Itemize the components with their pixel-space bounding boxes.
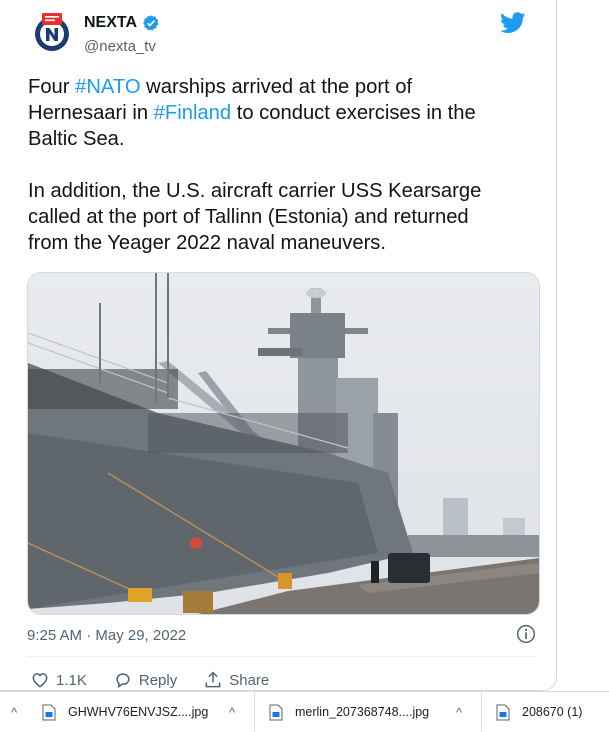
info-icon[interactable] — [516, 624, 536, 644]
chevron-up-icon[interactable]: ^ — [445, 705, 473, 720]
share-label: Share — [229, 671, 270, 689]
chevron-up-icon[interactable]: ^ — [0, 705, 28, 720]
download-item[interactable]: GHWHV76ENVJSZ....jpg ^ — [28, 692, 255, 732]
like-button[interactable]: 1.1K — [30, 670, 87, 690]
tweet-actions: 1.1K Reply Share — [30, 670, 295, 690]
tweet-text: Four #NATO warships arrived at the port … — [28, 74, 528, 256]
nexta-avatar[interactable] — [32, 12, 72, 52]
author-handle[interactable]: @nexta_tv — [84, 38, 156, 55]
downloads-bar: ^ GHWHV76ENVJSZ....jpg ^ merlin_20736874… — [0, 691, 609, 732]
heart-icon — [32, 673, 48, 688]
download-filename: merlin_207368748....jpg — [295, 705, 430, 719]
twitter-bird-icon[interactable] — [500, 12, 526, 34]
hashtag-link[interactable]: #Finland — [154, 102, 231, 124]
tweet-text-segment: Four — [28, 76, 76, 98]
warship-photo — [28, 273, 539, 614]
image-file-icon — [496, 704, 510, 720]
tweet-paragraph-1: Four #NATO warships arrived at the port … — [28, 76, 476, 150]
tweet-paragraph-2: In addition, the U.S. aircraft carrier U… — [28, 180, 482, 254]
reply-icon — [116, 673, 130, 689]
author-name[interactable]: NEXTA — [84, 14, 160, 32]
hashtag-link[interactable]: #NATO — [75, 76, 140, 98]
share-button[interactable]: Share — [203, 670, 269, 690]
download-item[interactable]: merlin_207368748....jpg ^ — [255, 692, 482, 732]
like-count: 1.1K — [56, 671, 87, 689]
download-filename: GHWHV76ENVJSZ....jpg — [68, 705, 209, 719]
image-file-icon — [269, 704, 283, 720]
download-item[interactable]: 208670 (1) — [482, 692, 600, 732]
tweet-card: NEXTA @nexta_tv Four #NATO warships arri… — [0, 0, 557, 691]
tweet-timestamp[interactable]: 9:25 AM · May 29, 2022 — [27, 627, 186, 644]
reply-label: Reply — [138, 671, 178, 689]
author-name-text[interactable]: NEXTA — [84, 14, 137, 32]
download-filename: 208670 (1) — [522, 705, 583, 719]
reply-button[interactable]: Reply — [113, 670, 177, 690]
image-file-icon — [42, 704, 56, 720]
chevron-up-icon[interactable]: ^ — [218, 705, 246, 720]
tweet-photo[interactable] — [27, 272, 540, 615]
divider — [27, 656, 538, 657]
verified-badge-icon — [143, 15, 159, 31]
share-icon — [205, 671, 221, 688]
